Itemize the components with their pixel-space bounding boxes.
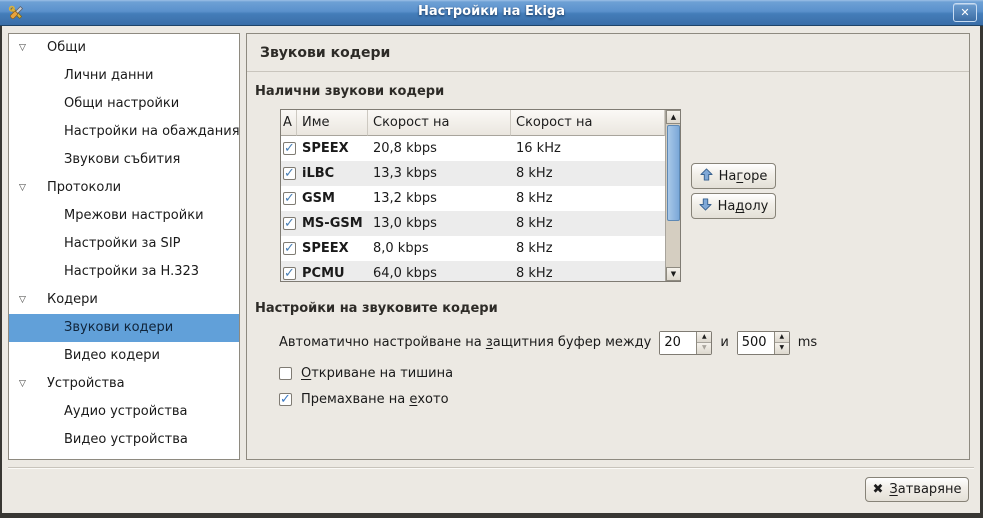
sidebar-item-audio-devices[interactable]: Аудио устройства — [9, 398, 239, 426]
spin-up-icon[interactable]: ▲ — [775, 332, 789, 343]
sidebar-item-codecs[interactable]: ▽ Кодери — [9, 286, 239, 314]
column-header-clockrate[interactable]: Скорост на часовника — [511, 110, 665, 136]
sidebar-item-sound-events[interactable]: Звукови събития — [9, 146, 239, 174]
jitter-min-spinbox[interactable]: ▲ ▼ — [659, 331, 712, 355]
silence-detection-option[interactable]: Откриване на тишина — [279, 364, 453, 382]
scrollbar-thumb[interactable] — [667, 125, 680, 221]
close-x-icon: ✖ — [873, 482, 884, 497]
sidebar-item-audio-codecs[interactable]: Звукови кодери — [9, 314, 239, 342]
codec-row[interactable]: SPEEX 8,0 kbps 8 kHz — [281, 236, 680, 261]
move-up-label: Нагоре — [719, 169, 768, 184]
sidebar-item-general-settings[interactable]: Общи настройки — [9, 90, 239, 118]
move-down-button[interactable]: Надолу — [691, 193, 776, 219]
page-title: Звукови кодери — [247, 34, 969, 72]
sidebar-item-protocols[interactable]: ▽ Протоколи — [9, 174, 239, 202]
spin-down-icon[interactable]: ▼ — [697, 342, 711, 354]
codec-row[interactable]: iLBC 13,3 kbps 8 kHz — [281, 161, 680, 186]
codec-enabled-checkbox[interactable] — [283, 142, 296, 155]
silence-detection-checkbox[interactable] — [279, 367, 292, 380]
scroll-up-icon[interactable]: ▲ — [666, 110, 681, 124]
footer-separator — [8, 467, 974, 469]
jitter-min-input[interactable] — [660, 332, 696, 354]
column-header-bandwidth[interactable]: Скорост на връзката — [368, 110, 511, 136]
arrow-down-icon — [699, 198, 712, 215]
audio-codecs-page: Звукови кодери Налични звукови кодери А … — [246, 33, 970, 460]
silence-detection-label: Откриване на тишина — [301, 366, 453, 381]
codec-row[interactable]: MS-GSM 13,0 kbps 8 kHz — [281, 211, 680, 236]
unit-label: ms — [798, 335, 817, 350]
sidebar-item-devices[interactable]: ▽ Устройства — [9, 370, 239, 398]
codec-settings-heading: Настройки на звуковите кодери — [255, 301, 498, 316]
codec-row[interactable]: PCMU 64,0 kbps 8 kHz — [281, 261, 680, 282]
codec-enabled-checkbox[interactable] — [283, 192, 296, 205]
expander-icon[interactable]: ▽ — [19, 174, 26, 202]
expander-icon[interactable]: ▽ — [19, 370, 26, 398]
column-header-active[interactable]: А — [281, 110, 297, 136]
codec-enabled-checkbox[interactable] — [283, 167, 296, 180]
jitter-max-spinbox[interactable]: ▲ ▼ — [737, 331, 790, 355]
jitter-max-input[interactable] — [738, 332, 774, 354]
move-up-button[interactable]: Нагоре — [691, 163, 776, 189]
close-button[interactable]: ✖ Затваряне — [865, 477, 969, 502]
codec-table-header: А Име Скорост на връзката Скорост на час… — [281, 110, 680, 136]
expander-icon[interactable]: ▽ — [19, 286, 26, 314]
window-close-button[interactable]: ✕ — [953, 3, 977, 22]
sidebar-item-video-codecs[interactable]: Видео кодери — [9, 342, 239, 370]
codec-enabled-checkbox[interactable] — [283, 217, 296, 230]
preferences-window: Настройки на Ekiga ✕ ▽ Общи Лични данни … — [0, 0, 983, 518]
codec-table: А Име Скорост на връзката Скорост на час… — [280, 109, 681, 282]
dialog-body: ▽ Общи Лични данни Общи настройки Настро… — [2, 26, 980, 513]
echo-cancellation-checkbox[interactable] — [279, 393, 292, 406]
expander-icon[interactable]: ▽ — [19, 34, 26, 62]
jitter-buffer-label: Автоматично настройване на защитния буфе… — [279, 335, 651, 350]
codec-row[interactable]: GSM 13,2 kbps 8 kHz — [281, 186, 680, 211]
codec-enabled-checkbox[interactable] — [283, 242, 296, 255]
echo-cancellation-label: Премахване на ехото — [301, 392, 449, 407]
and-label: и — [720, 335, 728, 350]
arrow-up-icon — [700, 168, 713, 185]
table-scrollbar[interactable]: ▲ ▼ — [665, 110, 680, 281]
sidebar-item-sip-settings[interactable]: Настройки за SIP — [9, 230, 239, 258]
spin-down-icon[interactable]: ▼ — [775, 342, 789, 354]
scroll-down-icon[interactable]: ▼ — [666, 267, 681, 281]
sidebar-item-network-settings[interactable]: Мрежови настройки — [9, 202, 239, 230]
sidebar-item-h323-settings[interactable]: Настройки за H.323 — [9, 258, 239, 286]
preferences-tree: ▽ Общи Лични данни Общи настройки Настро… — [8, 33, 240, 460]
close-button-label: Затваряне — [889, 482, 961, 497]
window-title: Настройки на Ekiga — [0, 4, 983, 19]
available-codecs-heading: Налични звукови кодери — [255, 84, 444, 99]
column-header-name[interactable]: Име — [297, 110, 368, 136]
sidebar-item-general[interactable]: ▽ Общи — [9, 34, 239, 62]
codec-enabled-checkbox[interactable] — [283, 267, 296, 280]
codec-row[interactable]: SPEEX 20,8 kbps 16 kHz — [281, 136, 680, 161]
titlebar[interactable]: Настройки на Ekiga ✕ — [0, 0, 983, 26]
spin-up-icon[interactable]: ▲ — [697, 332, 711, 343]
move-down-label: Надолу — [718, 199, 769, 214]
sidebar-item-call-options[interactable]: Настройки на обажданията — [9, 118, 239, 146]
sidebar-item-personal-data[interactable]: Лични данни — [9, 62, 239, 90]
jitter-buffer-row: Автоматично настройване на защитния буфе… — [279, 330, 817, 355]
echo-cancellation-option[interactable]: Премахване на ехото — [279, 390, 449, 408]
sidebar-item-video-devices[interactable]: Видео устройства — [9, 426, 239, 454]
